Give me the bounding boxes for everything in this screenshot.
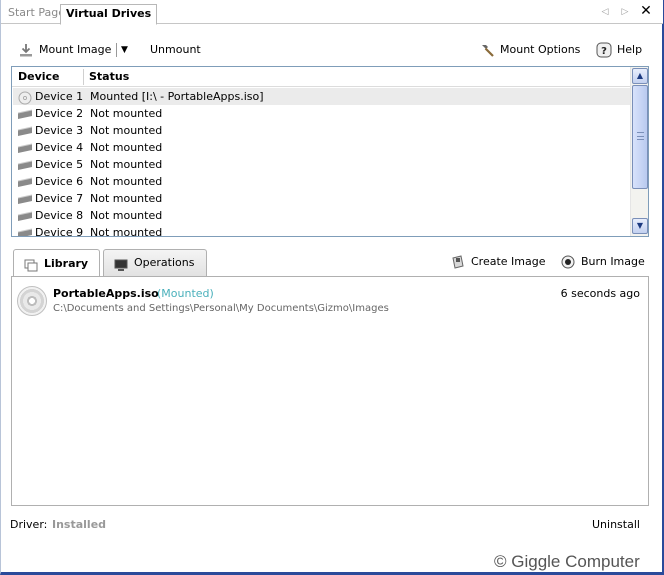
virtual-drives-window: Start Page Virtual Drives ◁ ▷ ✕ Mount Im…	[0, 0, 664, 575]
table-row[interactable]: Device 2 Not mounted	[13, 105, 630, 122]
drive-icon	[17, 125, 33, 136]
device-list-header: Device Status	[12, 67, 630, 87]
tab-operations[interactable]: Operations	[103, 249, 207, 276]
uninstall-link[interactable]: Uninstall	[592, 518, 640, 531]
driver-label: Driver:	[10, 518, 48, 531]
help-label: Help	[617, 43, 643, 56]
mount-state-badge: (Mounted)	[157, 287, 214, 300]
drive-icon	[17, 210, 33, 221]
image-file-path: C:\Documents and Settings\Personal\My Do…	[53, 303, 389, 314]
table-row[interactable]: Device 3 Not mounted	[13, 122, 630, 139]
toolbar: Mount Image ▼ Unmount Mount Options ? He…	[1, 36, 663, 64]
list-item[interactable]: PortableApps.iso (Mounted) C:\Documents …	[16, 283, 644, 317]
scroll-up-button[interactable]: ▲	[632, 68, 648, 84]
tab-library[interactable]: Library	[13, 249, 100, 277]
library-panel: PortableApps.iso (Mounted) C:\Documents …	[11, 276, 649, 506]
chevron-down-icon: ▼	[121, 45, 128, 55]
scroll-down-button[interactable]: ▼	[632, 218, 648, 234]
table-row[interactable]: Device 4 Not mounted	[13, 139, 630, 156]
help-icon: ?	[596, 42, 612, 58]
drive-icon	[17, 193, 33, 204]
prev-tab-icon[interactable]: ◁	[600, 6, 610, 18]
mount-image-label: Mount Image	[39, 43, 112, 56]
image-timestamp: 6 seconds ago	[560, 287, 640, 300]
toolbar-separator	[116, 43, 117, 57]
library-icon	[24, 257, 38, 272]
vertical-scrollbar[interactable]: ▲ ▼	[630, 67, 648, 236]
tab-virtual-drives[interactable]: Virtual Drives	[60, 4, 158, 25]
create-image-button[interactable]: Create Image	[451, 254, 546, 270]
column-header-device[interactable]: Device	[18, 70, 60, 83]
image-file-name: PortableApps.iso	[53, 287, 159, 300]
mount-icon	[18, 42, 34, 58]
table-row[interactable]: Device 8 Not mounted	[13, 207, 630, 224]
watermark: © Giggle Computer	[494, 552, 640, 571]
mount-options-label: Mount Options	[500, 43, 581, 56]
table-row[interactable]: Device 9 Not mounted	[13, 224, 630, 236]
chevron-down-icon: ▼	[636, 221, 644, 230]
burn-disc-icon	[561, 255, 575, 269]
unmount-button[interactable]: Unmount	[150, 40, 201, 60]
grip-icon	[637, 132, 644, 140]
hammer-icon	[479, 42, 495, 58]
svg-text:?: ?	[601, 46, 607, 57]
drive-icon	[17, 108, 33, 119]
monitor-icon	[114, 257, 128, 271]
mount-options-button[interactable]: Mount Options	[479, 40, 580, 60]
close-icon[interactable]: ✕	[639, 3, 653, 19]
device-list[interactable]: Device Status Device 1 Mounted [I:\ - Po…	[11, 66, 649, 237]
cd-drive-icon	[17, 91, 33, 105]
unmount-label: Unmount	[150, 43, 201, 56]
lower-tab-bar: Library Operations Create Image Burn Ima…	[11, 249, 649, 277]
burn-image-button[interactable]: Burn Image	[561, 254, 645, 270]
mount-dropdown-button[interactable]: ▼	[121, 40, 128, 60]
disc-image-icon	[17, 286, 47, 316]
chevron-up-icon: ▲	[636, 71, 644, 80]
next-tab-icon[interactable]: ▷	[620, 6, 630, 18]
table-row[interactable]: Device 5 Not mounted	[13, 156, 630, 173]
table-row[interactable]: Device 7 Not mounted	[13, 190, 630, 207]
create-image-icon	[451, 255, 465, 269]
drive-icon	[17, 227, 33, 236]
drive-icon	[17, 142, 33, 153]
table-row[interactable]: Device 6 Not mounted	[13, 173, 630, 190]
mount-image-button[interactable]: Mount Image	[18, 40, 111, 60]
scroll-thumb[interactable]	[632, 85, 648, 189]
driver-status: Installed	[52, 518, 107, 531]
drive-icon	[17, 176, 33, 187]
help-button[interactable]: ? Help	[596, 40, 642, 60]
tab-strip: Start Page Virtual Drives ◁ ▷ ✕	[1, 0, 663, 25]
drive-icon	[17, 159, 33, 170]
column-divider	[83, 69, 84, 85]
column-header-status[interactable]: Status	[89, 70, 129, 83]
table-row[interactable]: Device 1 Mounted [I:\ - PortableApps.iso…	[13, 88, 630, 105]
